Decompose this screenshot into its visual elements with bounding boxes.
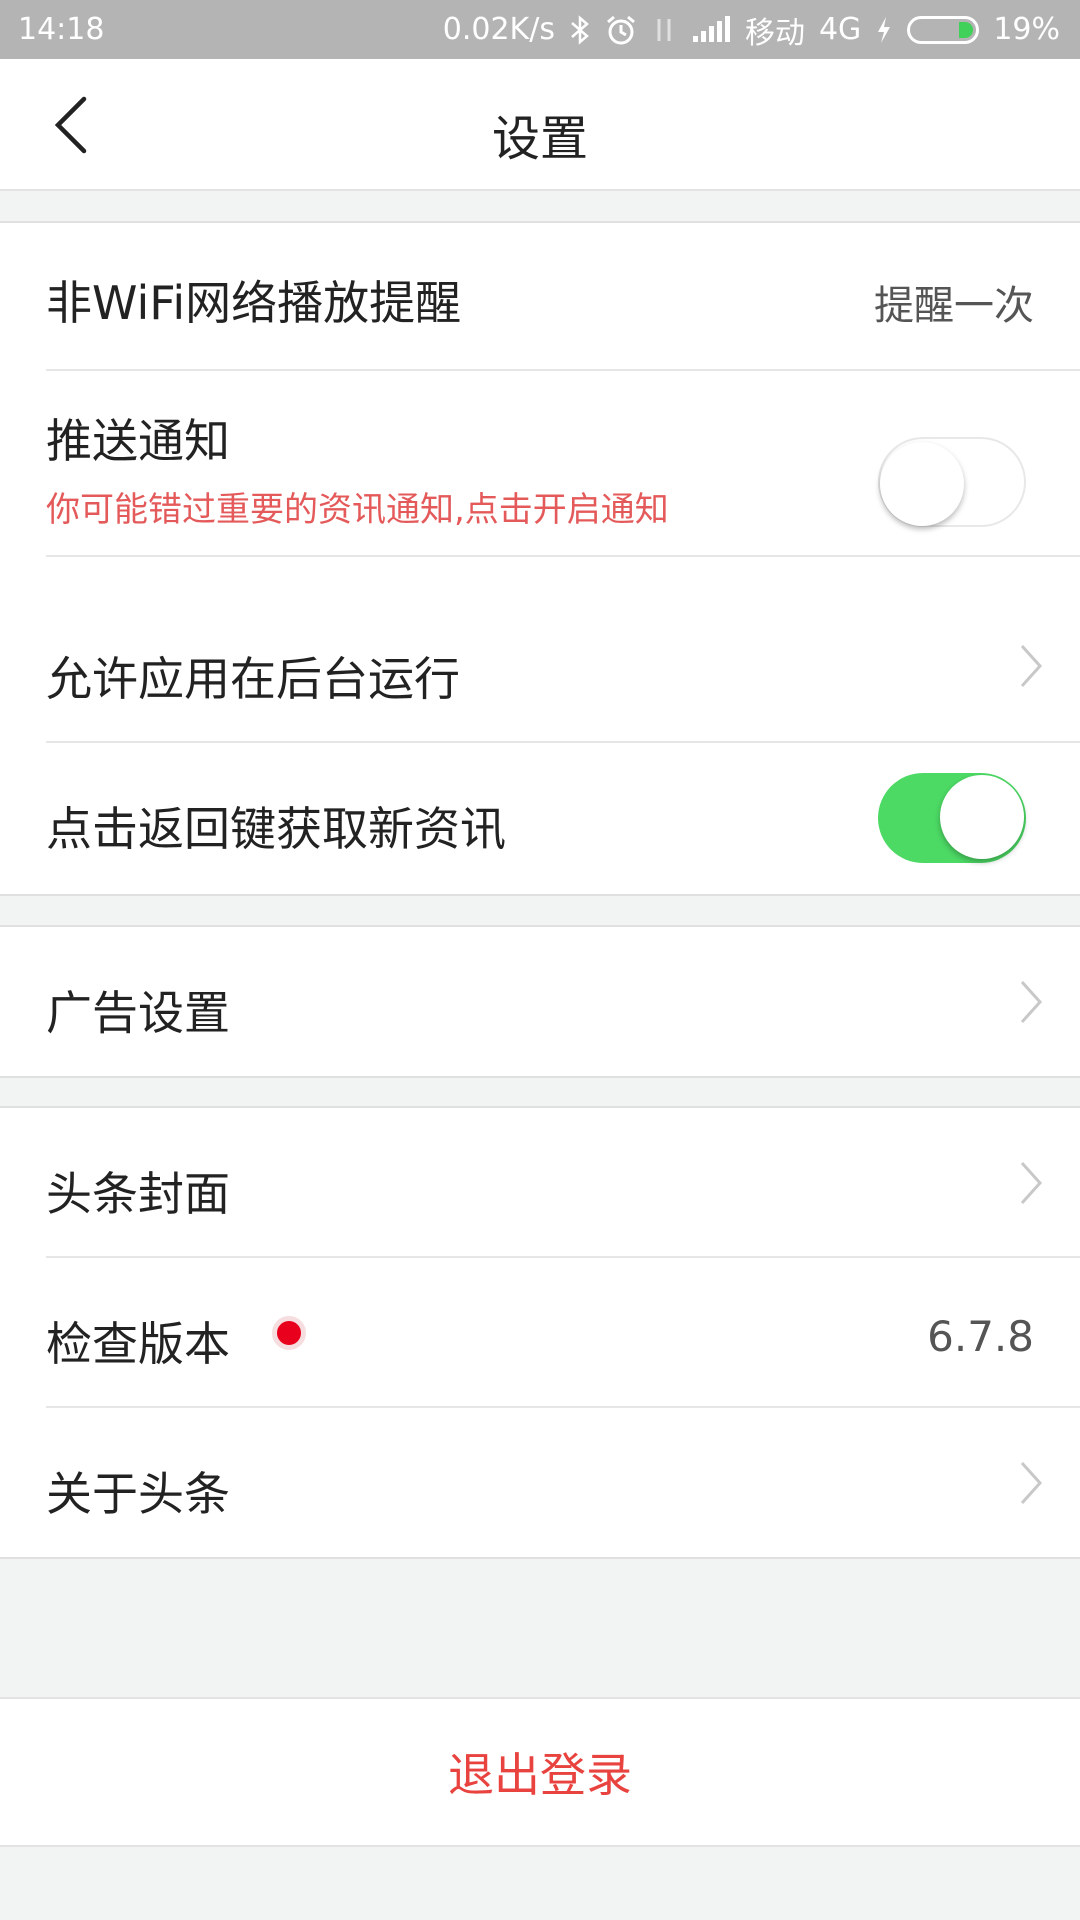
battery-icon bbox=[907, 15, 980, 44]
setting-label: 关于头条 bbox=[46, 1467, 230, 1521]
setting-label: 非WiFi网络播放提醒 bbox=[46, 276, 462, 330]
settings-group-ads: 广告设置 bbox=[0, 925, 1080, 1078]
settings-group-about: 头条封面 检查版本 6.7.8 关于头条 bbox=[0, 1106, 1080, 1559]
chevron-right-icon bbox=[1020, 644, 1043, 688]
setting-row-back-refresh[interactable]: 点击返回键获取新资讯 bbox=[0, 743, 1080, 896]
battery-level: 19% bbox=[993, 12, 1060, 47]
setting-label: 检查版本 bbox=[46, 1317, 230, 1371]
setting-value: 提醒一次 bbox=[874, 283, 1034, 329]
data-transfer-icon bbox=[651, 15, 677, 45]
status-bar: 14:18 0.02K/s 移动 4G 19% bbox=[0, 0, 1080, 59]
app-header: 设置 bbox=[0, 59, 1080, 191]
setting-row-version[interactable]: 检查版本 6.7.8 bbox=[0, 1258, 1080, 1408]
page-title: 设置 bbox=[491, 111, 588, 167]
setting-label: 点击返回键获取新资讯 bbox=[46, 802, 506, 856]
chevron-right-icon bbox=[1020, 1461, 1043, 1505]
setting-row-about[interactable]: 关于头条 bbox=[0, 1408, 1080, 1558]
toggle-knob bbox=[940, 775, 1024, 859]
setting-label: 推送通知 bbox=[46, 414, 230, 468]
setting-row-cover[interactable]: 头条封面 bbox=[0, 1108, 1080, 1258]
setting-row-ads[interactable]: 广告设置 bbox=[0, 927, 1080, 1077]
settings-group-playback: 非WiFi网络播放提醒 提醒一次 推送通知 你可能错过重要的资讯通知,点击开启通… bbox=[0, 221, 1080, 896]
back-refresh-toggle[interactable] bbox=[878, 773, 1026, 863]
chevron-right-icon bbox=[1020, 980, 1043, 1024]
signal-icon bbox=[691, 15, 731, 44]
chevron-right-icon bbox=[1020, 1161, 1043, 1205]
setting-row-push[interactable]: 推送通知 你可能错过重要的资讯通知,点击开启通知 bbox=[0, 371, 1080, 557]
logout-button[interactable]: 退出登录 bbox=[0, 1697, 1080, 1847]
charging-icon bbox=[875, 15, 893, 45]
alarm-icon bbox=[605, 14, 637, 46]
status-right: 0.02K/s 移动 4G 19% bbox=[443, 8, 1060, 52]
setting-label: 广告设置 bbox=[46, 986, 230, 1040]
setting-row-nonwifi[interactable]: 非WiFi网络播放提醒 提醒一次 bbox=[0, 221, 1080, 371]
version-value: 6.7.8 bbox=[927, 1312, 1034, 1361]
setting-row-background[interactable]: 允许应用在后台运行 bbox=[0, 557, 1080, 743]
push-hint: 你可能错过重要的资讯通知,点击开启通知 bbox=[46, 490, 669, 530]
network-type: 4G bbox=[818, 12, 862, 47]
setting-label: 允许应用在后台运行 bbox=[46, 652, 460, 706]
setting-label: 头条封面 bbox=[46, 1167, 230, 1221]
network-speed: 0.02K/s bbox=[442, 12, 555, 47]
bluetooth-icon bbox=[569, 14, 591, 45]
push-toggle[interactable] bbox=[878, 437, 1026, 527]
status-time: 14:18 bbox=[18, 12, 105, 47]
carrier-name: 移动 bbox=[744, 15, 805, 51]
update-badge bbox=[272, 1316, 306, 1350]
toggle-knob bbox=[880, 442, 964, 526]
